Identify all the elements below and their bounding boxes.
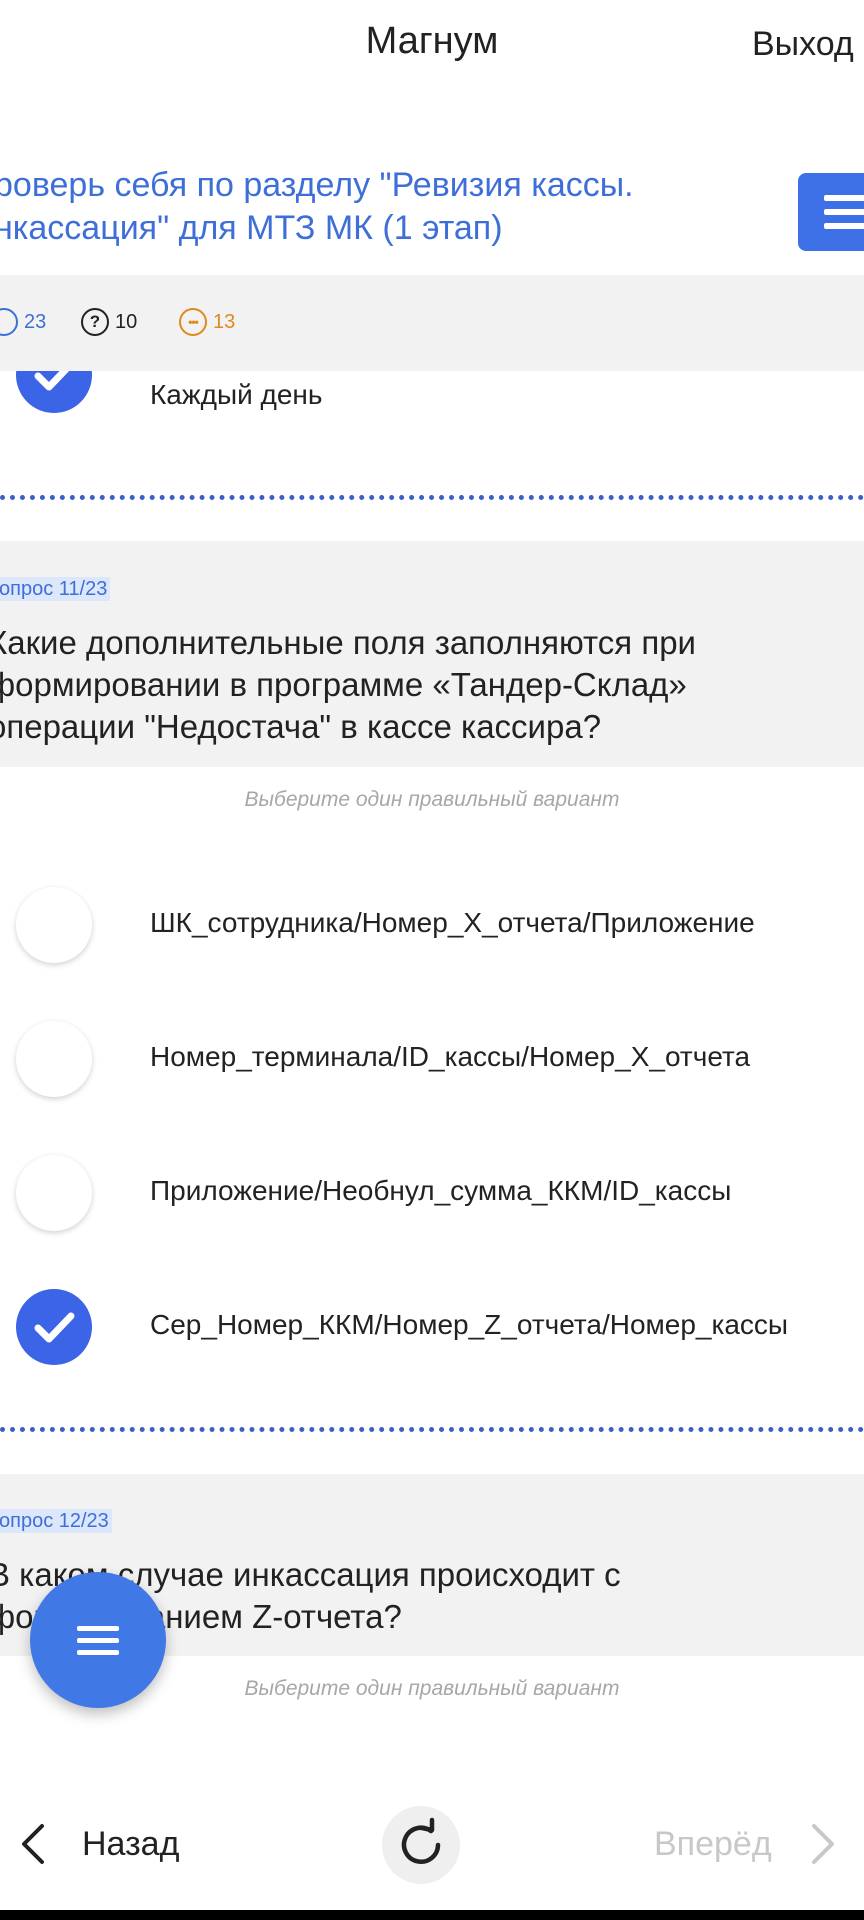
ellipsis-circle-icon: •••	[179, 308, 207, 336]
divider	[0, 1427, 864, 1432]
prev-answer-label[interactable]: Каждый день	[150, 379, 322, 411]
menu-icon-bar	[824, 195, 864, 201]
option-4-label[interactable]: Сер_Номер_ККМ/Номер_Z_отчета/Номер_кассы	[150, 1309, 788, 1341]
stat-total-value: 23	[24, 310, 47, 333]
option-1-label[interactable]: ШК_сотрудника/Номер_Х_отчета/Приложение	[150, 907, 755, 939]
list-icon-bar	[77, 1626, 119, 1631]
app-title: Магнум	[365, 20, 499, 62]
stat-unanswered[interactable]: ? 10	[81, 308, 137, 336]
question-11-hint: Выберите один правильный вариант	[244, 788, 620, 811]
next-button[interactable]: Вперёд	[654, 1822, 842, 1866]
refresh-icon	[401, 1817, 441, 1864]
option-2-radio[interactable]	[16, 1021, 92, 1097]
chevron-left-icon	[22, 1824, 44, 1864]
next-label: Вперёд	[654, 1824, 772, 1863]
option-4-radio[interactable]	[16, 1289, 92, 1365]
chevron-right-icon	[811, 1824, 834, 1864]
stat-unanswered-value: 10	[115, 310, 138, 333]
question-circle-icon: ?	[81, 308, 109, 336]
stat-pending-value: 13	[213, 310, 236, 333]
list-icon-bar	[77, 1638, 119, 1643]
option-3-label[interactable]: Приложение/Необнул_сумма_ККМ/ID_кассы	[150, 1175, 731, 1207]
option-1-radio[interactable]	[16, 887, 92, 963]
question-11-line2: формировании в программе «Тандер-Склад»	[0, 666, 687, 703]
list-icon-bar	[77, 1650, 119, 1655]
prev-answer-clip	[0, 371, 864, 471]
question-12-number-text: опрос 12/23	[0, 1509, 112, 1533]
option-3-radio[interactable]	[16, 1155, 92, 1231]
back-button[interactable]: Назад	[14, 1822, 179, 1866]
prev-answer-radio[interactable]	[16, 371, 92, 413]
question-11-line1: Какие дополнительные поля заполняются пр…	[0, 624, 696, 661]
test-title-line2: нкассация" для МТЗ МК (1 этап)	[0, 209, 503, 247]
option-2-label[interactable]: Номер_терминала/ID_кассы/Номер_Х_отчета	[150, 1041, 750, 1073]
menu-button[interactable]	[798, 173, 864, 251]
back-label: Назад	[82, 1824, 180, 1863]
stat-total[interactable]: 23	[0, 308, 46, 336]
divider	[0, 495, 864, 500]
question-list-fab[interactable]	[30, 1572, 166, 1708]
test-title-line1: роверь себя по разделу "Ревизия кассы.	[0, 166, 634, 204]
question-11-text: Какие дополнительные поля заполняются пр…	[0, 622, 696, 748]
exit-button[interactable]: Выход	[752, 25, 854, 64]
reload-button[interactable]	[382, 1806, 460, 1884]
question-11-number-text: опрос 11/23	[0, 577, 111, 601]
system-nav-strip	[0, 1910, 864, 1920]
checkmark-icon	[34, 371, 70, 391]
question-11-number: опрос 11/23	[0, 577, 111, 601]
checkmark-icon	[34, 1312, 75, 1343]
menu-icon-bar	[824, 209, 864, 215]
menu-icon-bar	[824, 223, 864, 229]
question-11-line3: операции "Недостача" в кассе кассира?	[0, 708, 602, 745]
stat-pending[interactable]: ••• 13	[179, 308, 235, 336]
checkmark-circle-icon	[0, 308, 18, 336]
question-12-number: опрос 12/23	[0, 1509, 112, 1533]
test-title: роверь себя по разделу "Ревизия кассы. н…	[0, 164, 724, 250]
